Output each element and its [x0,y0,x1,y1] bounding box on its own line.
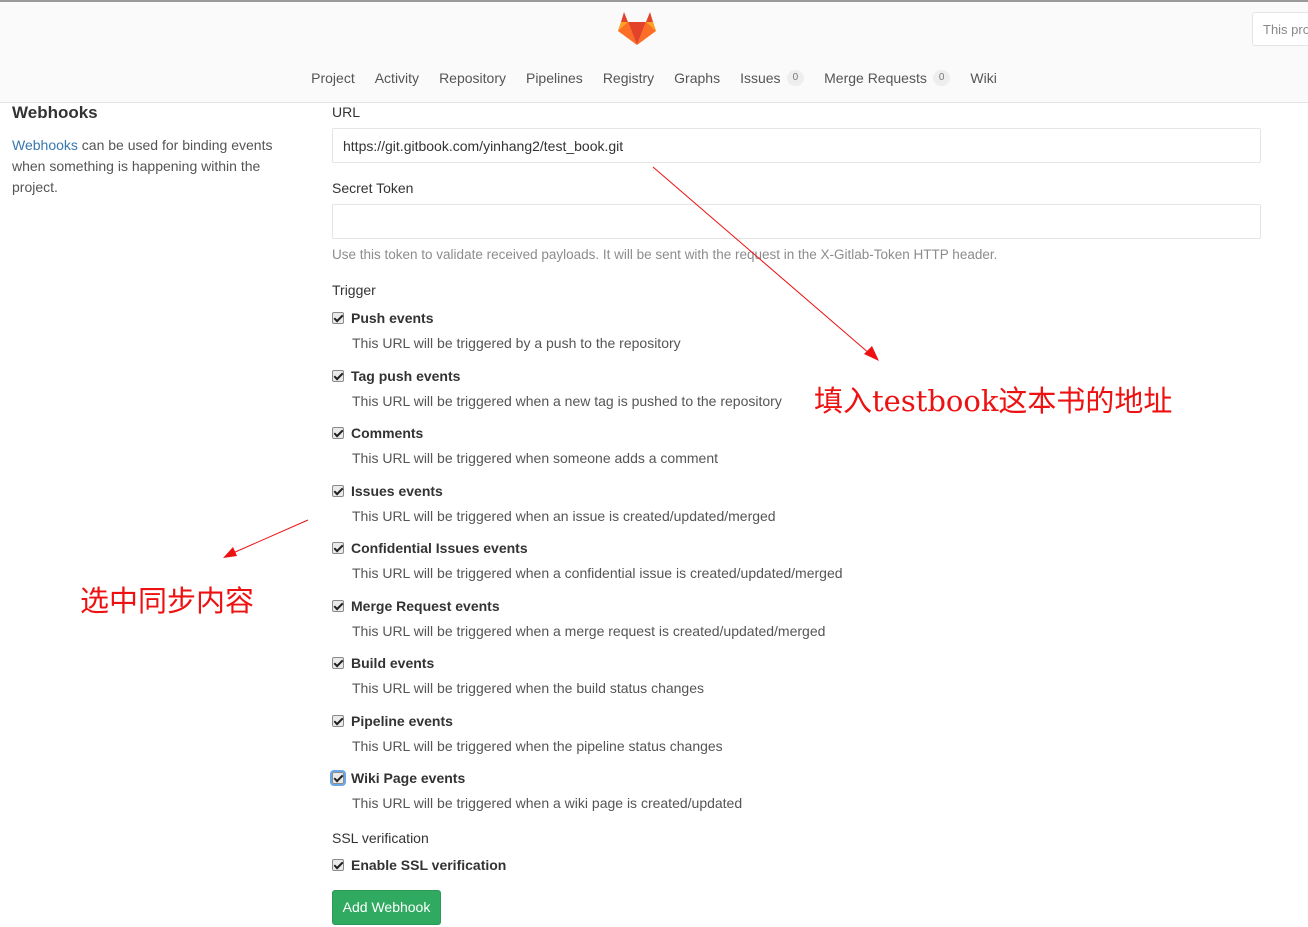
trigger-annotation-text: 选中同步内容 [80,584,255,618]
trigger-checkbox-label[interactable]: Tag push events [351,368,460,384]
trigger-checkbox[interactable] [332,715,344,727]
trigger-checkbox-label[interactable]: Pipeline events [351,713,453,729]
section-title: Webhooks [12,103,98,122]
count-badge: 0 [786,70,805,86]
trigger-checkbox[interactable] [332,427,344,439]
search-input[interactable]: This project [1252,12,1308,46]
trigger-option: Confidential Issues events This URL will … [332,539,1032,581]
trigger-description: This URL will be triggered when a wiki p… [352,795,743,811]
trigger-checkbox[interactable] [332,657,344,669]
trigger-checkbox-label[interactable]: Confidential Issues events [351,540,528,556]
nav-item-merge-requests[interactable]: Merge Requests 0 [814,68,960,88]
url-annotation-text: 填入testbook这本书的地址 [814,384,1173,418]
trigger-option: Build events This URL will be triggered w… [332,654,1032,696]
trigger-checkbox[interactable] [332,370,344,382]
trigger-checkbox[interactable] [332,485,344,497]
trigger-checkbox-label[interactable]: Push events [351,310,433,326]
ssl-checkbox[interactable] [332,859,344,871]
trigger-checkbox-label[interactable]: Comments [351,425,423,441]
trigger-description: This URL will be triggered by a push to … [352,335,681,351]
project-nav: Project Activity Repository Pipelines Regist… [0,68,1308,88]
nav-item-issues[interactable]: Issues 0 [730,68,814,88]
add-webhook-button[interactable]: Add Webhook [332,890,441,925]
nav-item-label: Merge Requests [824,70,927,86]
trigger-option: Comments This URL will be triggered when … [332,424,1032,466]
nav-item-project[interactable]: Project [301,68,365,88]
trigger-option: Merge Request events This URL will be tri… [332,597,1032,639]
nav-item-wiki[interactable]: Wiki [960,68,1006,88]
top-header: This project Project Activity Repository Pi… [0,2,1308,103]
trigger-checkbox-label[interactable]: Wiki Page events [351,770,465,786]
trigger-description: This URL will be triggered when someone … [352,450,718,466]
ssl-label: SSL verification [332,830,429,846]
secret-token-label: Secret Token [332,180,414,196]
nav-item-registry[interactable]: Registry [593,68,664,88]
trigger-checkbox-label[interactable]: Build events [351,655,434,671]
trigger-checkbox[interactable] [330,770,346,786]
secret-token-help: Use this token to validate received payl… [332,247,998,262]
trigger-description: This URL will be triggered when a confid… [352,565,843,581]
secret-token-input[interactable] [332,204,1261,239]
section-description: Webhooks can be used for binding events … [12,135,287,198]
trigger-annotation-arrow-line [232,519,309,554]
ssl-option: Enable SSL verification [332,856,1032,874]
trigger-checkbox[interactable] [332,542,344,554]
trigger-option: Issues events This URL will be triggered … [332,482,1032,524]
count-badge: 0 [932,70,951,86]
nav-item-pipelines[interactable]: Pipelines [516,68,593,88]
nav-item-activity[interactable]: Activity [365,68,429,88]
trigger-annotation-arrowhead [223,547,237,558]
nav-item-label: Registry [602,70,655,86]
trigger-option: Push events This URL will be triggered by… [332,309,1032,351]
url-input[interactable] [332,128,1261,163]
trigger-checkbox-label[interactable]: Merge Request events [351,598,500,614]
webhooks-doc-link[interactable]: Webhooks [12,137,78,153]
ssl-checkbox-label[interactable]: Enable SSL verification [351,857,506,873]
nav-item-label: Pipelines [525,70,583,86]
nav-item-label: Project [311,70,355,86]
trigger-description: This URL will be triggered when the buil… [352,680,705,696]
nav-item-repository[interactable]: Repository [429,68,516,88]
url-label: URL [332,104,361,120]
nav-item-label: Issues [740,70,781,86]
nav-item-label: Wiki [970,70,997,86]
gitlab-logo-icon[interactable] [617,10,657,46]
nav-item-graphs[interactable]: Graphs [664,68,730,88]
trigger-checkbox-label[interactable]: Issues events [351,483,443,499]
trigger-checkbox[interactable] [332,600,344,612]
trigger-description: This URL will be triggered when the pipe… [352,738,723,754]
nav-item-label: Graphs [674,70,721,86]
nav-item-label: Activity [374,70,420,86]
trigger-description: This URL will be triggered when an issue… [352,508,776,524]
trigger-option: Pipeline events This URL will be triggere… [332,712,1032,754]
trigger-checkbox[interactable] [332,312,344,324]
nav-item-label: Repository [439,70,506,86]
trigger-description: This URL will be triggered when a merge … [352,623,826,639]
trigger-label: Trigger [332,282,376,298]
trigger-option: Wiki Page events This URL will be trigger… [330,769,1032,811]
